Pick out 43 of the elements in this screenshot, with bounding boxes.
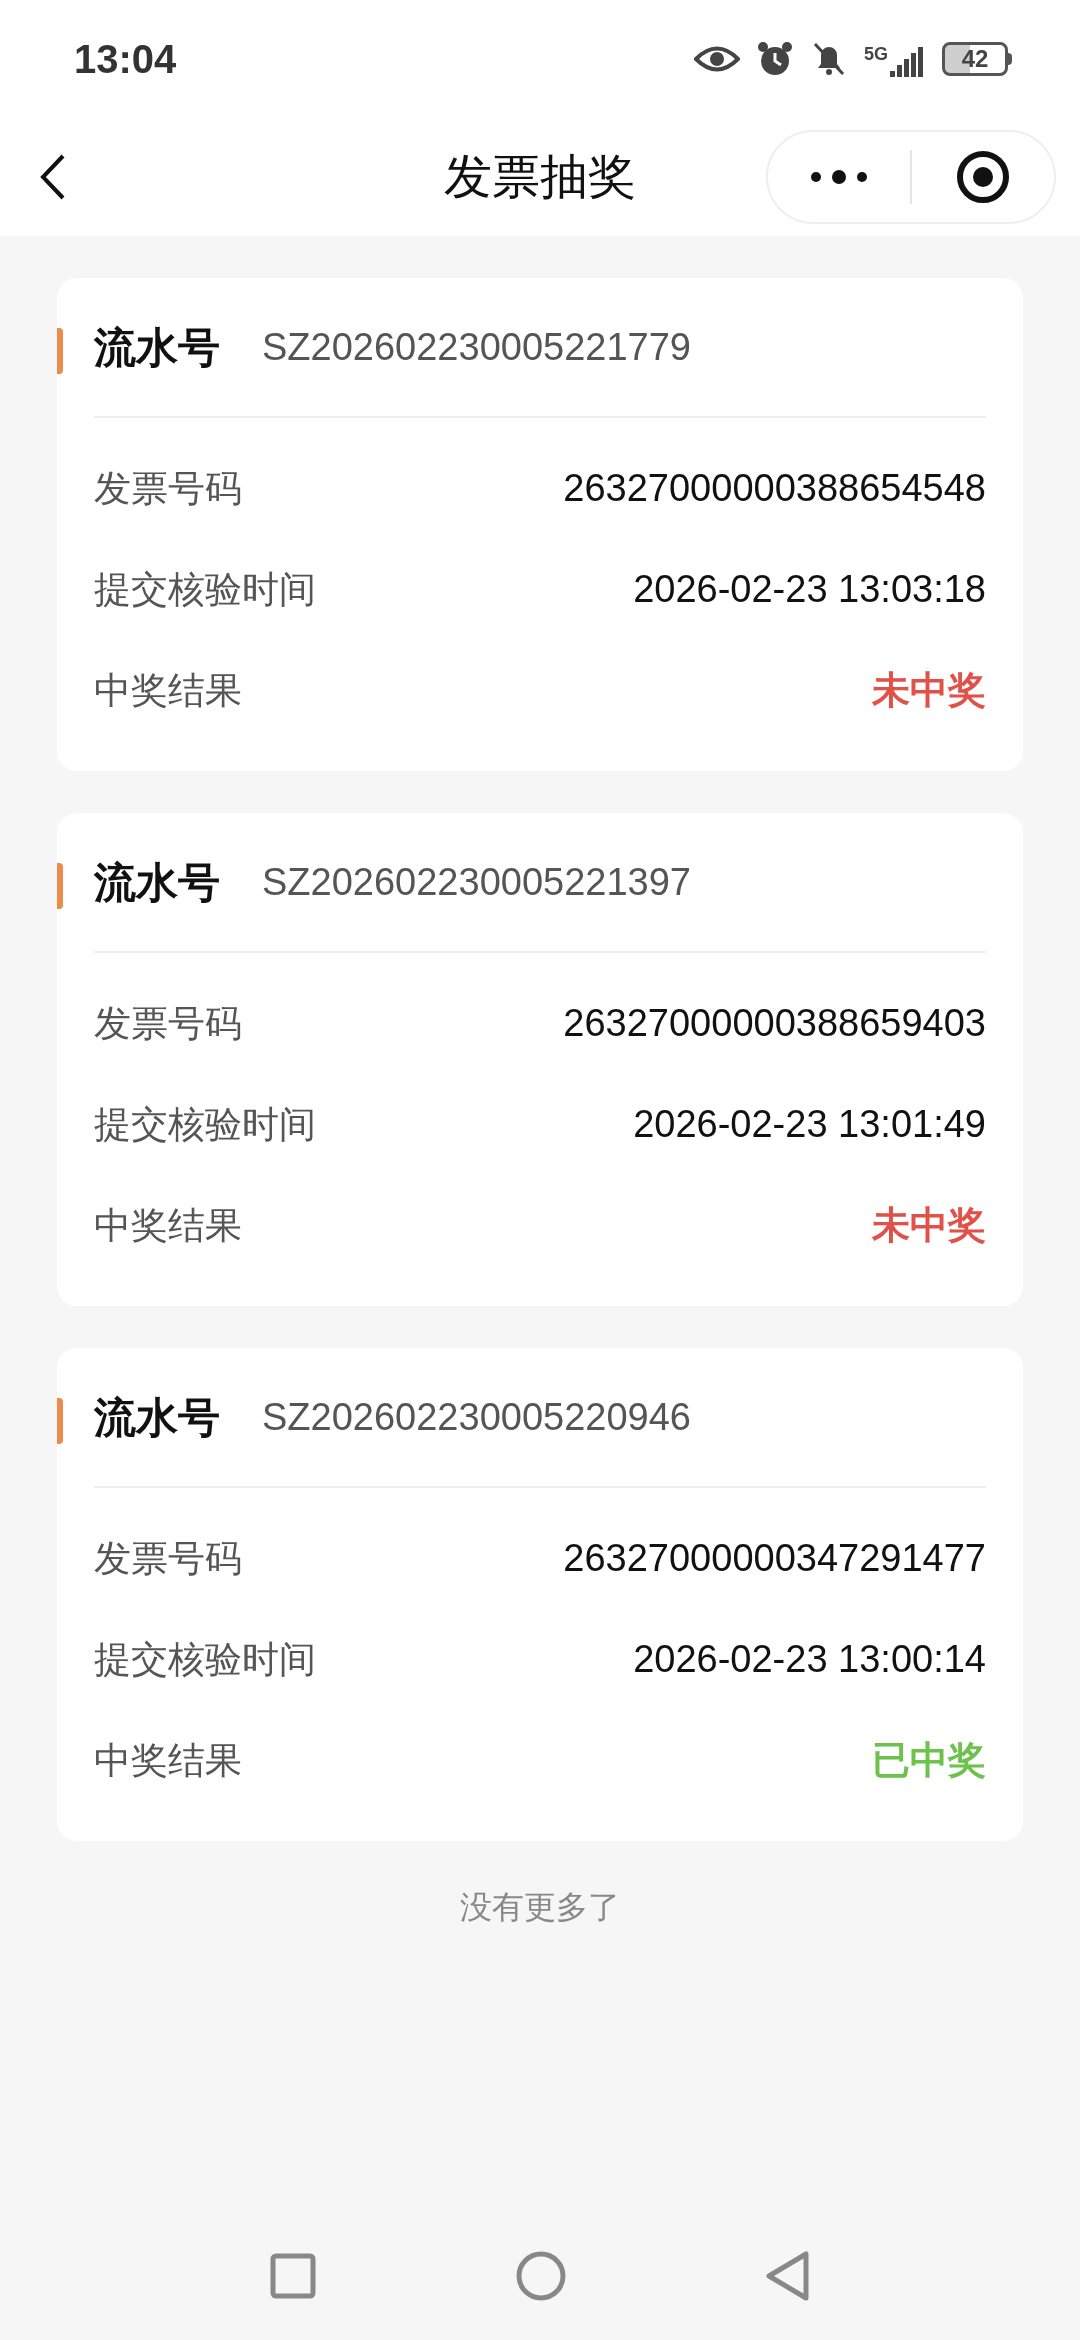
field-label: 提交核验时间 — [94, 567, 316, 612]
back-nav-button[interactable] — [766, 2251, 810, 2301]
field-value: 26327000000347291477 — [563, 1536, 986, 1581]
triangle-icon — [766, 2251, 810, 2301]
square-icon — [270, 2253, 316, 2299]
accent-bar — [57, 328, 63, 374]
page-title: 发票抽奖 — [444, 149, 636, 205]
field-value: 2026-02-23 13:03:18 — [633, 567, 986, 612]
result-status: 未中奖 — [872, 668, 986, 713]
field-label: 中奖结果 — [94, 1738, 242, 1783]
network-type: 5G — [864, 45, 888, 63]
field-label: 发票号码 — [94, 1536, 242, 1581]
home-button[interactable] — [516, 2251, 566, 2301]
field-label: 提交核验时间 — [94, 1637, 316, 1682]
serial-number: SZ202602230005221397 — [262, 859, 691, 905]
field-value: 26327000000388659403 — [563, 1001, 986, 1046]
serial-number: SZ202602230005221779 — [262, 324, 691, 370]
field-label: 发票号码 — [94, 1001, 242, 1046]
field-label: 发票号码 — [94, 466, 242, 511]
back-icon — [40, 154, 66, 200]
eye-icon — [694, 44, 740, 74]
target-icon — [956, 150, 1010, 204]
battery-level: 42 — [961, 47, 989, 71]
end-of-list-note: 没有更多了 — [460, 1888, 620, 1927]
serial-label: 流水号 — [94, 322, 220, 373]
serial-number: SZ202602230005220946 — [262, 1394, 691, 1440]
field-value: 26327000000388654548 — [563, 466, 986, 511]
result-status: 未中奖 — [872, 1203, 986, 1248]
more-icon — [809, 169, 869, 185]
field-label: 中奖结果 — [94, 1203, 242, 1248]
field-label: 中奖结果 — [94, 668, 242, 713]
accent-bar — [57, 863, 63, 909]
serial-label: 流水号 — [94, 1392, 220, 1443]
status-time: 13:04 — [74, 36, 177, 83]
serial-label: 流水号 — [94, 857, 220, 908]
alarm-icon — [756, 40, 794, 78]
field-value: 2026-02-23 13:01:49 — [633, 1102, 986, 1147]
recents-button[interactable] — [270, 2253, 316, 2299]
accent-bar — [57, 1398, 63, 1444]
circle-icon — [516, 2251, 566, 2301]
field-label: 提交核验时间 — [94, 1102, 316, 1147]
result-status: 已中奖 — [872, 1738, 986, 1783]
field-value: 2026-02-23 13:00:14 — [633, 1637, 986, 1682]
